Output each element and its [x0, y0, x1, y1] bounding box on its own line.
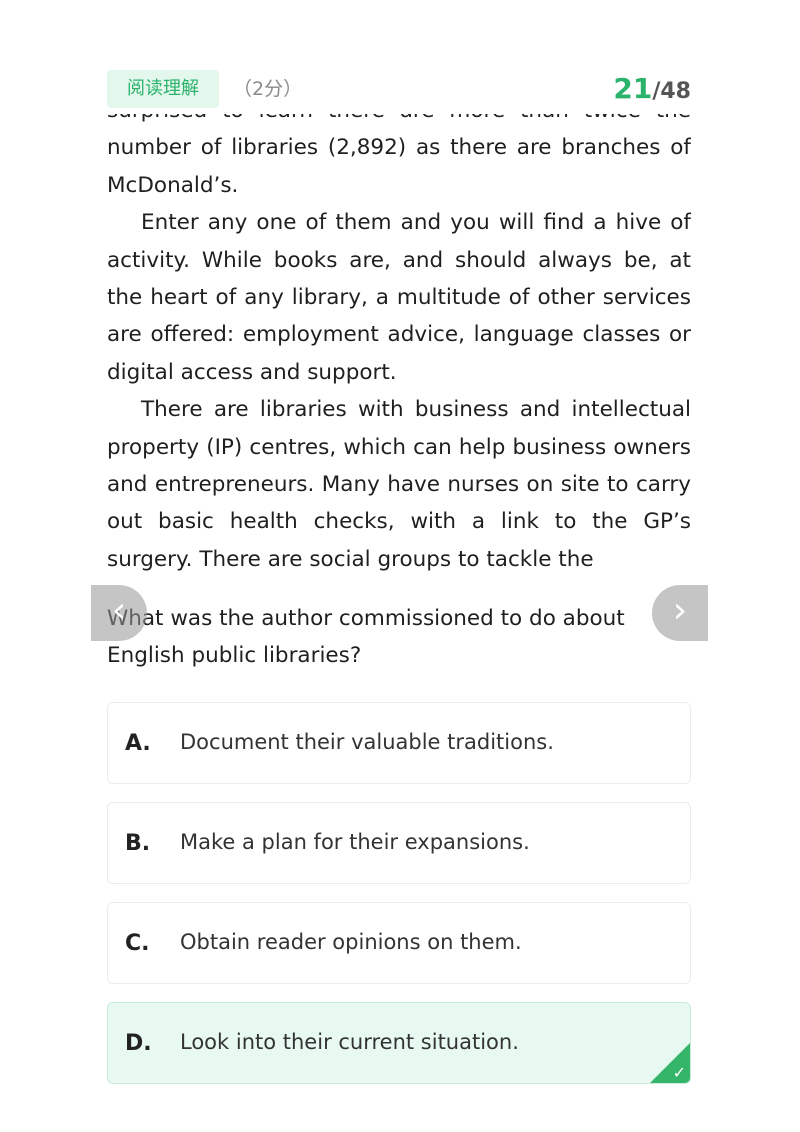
- reading-passage[interactable]: surprised to learn there are more than t…: [107, 114, 691, 584]
- option-letter: A.: [125, 731, 151, 756]
- option-d[interactable]: D. Look into their current situation. ✓: [107, 1002, 691, 1084]
- option-a[interactable]: A. Document their valuable traditions.: [107, 702, 691, 784]
- chevron-left-icon: ‹: [111, 590, 127, 631]
- answer-options: A. Document their valuable traditions. B…: [107, 702, 691, 1102]
- option-text: Document their valuable traditions.: [180, 730, 554, 754]
- option-text: Obtain reader opinions on them.: [180, 930, 522, 954]
- passage-paragraph: Enter any one of them and you will find …: [107, 210, 691, 385]
- question-counter: 21/48: [613, 70, 691, 112]
- total-questions: /48: [652, 79, 691, 104]
- passage-paragraph: surprised to learn there are more than t…: [107, 114, 691, 198]
- next-question-button[interactable]: ›: [652, 585, 708, 641]
- option-letter: C.: [125, 931, 150, 956]
- option-text: Make a plan for their expansions.: [180, 830, 530, 854]
- option-letter: D.: [125, 1031, 152, 1056]
- option-c[interactable]: C. Obtain reader opinions on them.: [107, 902, 691, 984]
- option-b[interactable]: B. Make a plan for their expansions.: [107, 802, 691, 884]
- option-letter: B.: [125, 831, 151, 856]
- question-score: （2分）: [233, 78, 303, 100]
- check-icon: ✓: [672, 1063, 686, 1082]
- question-type-tag: 阅读理解: [107, 70, 219, 108]
- option-text: Look into their current situation.: [180, 1030, 519, 1054]
- prev-question-button[interactable]: ‹: [91, 585, 147, 641]
- question-header: 阅读理解 （2分） 21/48: [107, 70, 691, 110]
- chevron-right-icon: ›: [672, 590, 688, 631]
- current-question-number: 21: [613, 72, 653, 105]
- passage-paragraph: There are libraries with business and in…: [107, 397, 691, 572]
- question-text: What was the author commissioned to do a…: [107, 606, 625, 669]
